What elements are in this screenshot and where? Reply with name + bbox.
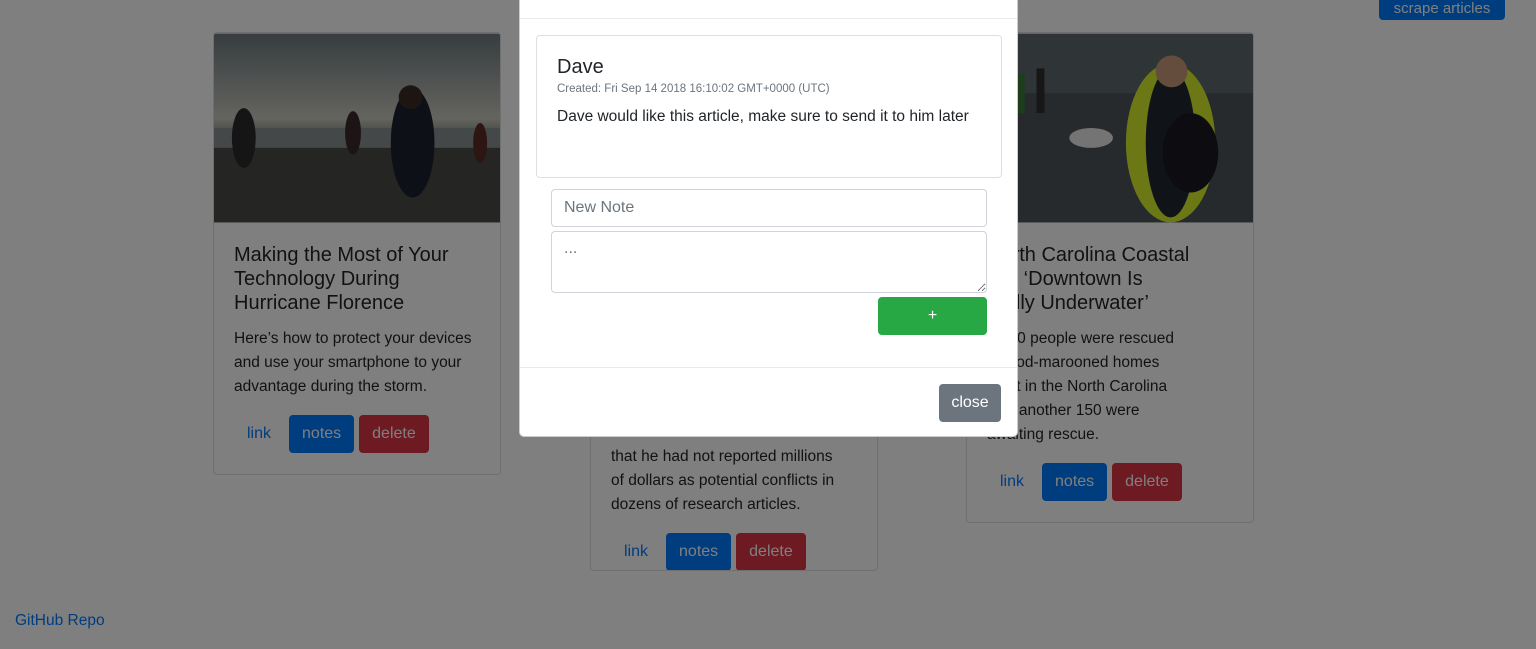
note-title: Dave	[557, 56, 604, 78]
page: scrape articles Making the Most of Your	[0, 0, 1536, 649]
notes-modal: Dave Created: Fri Sep 14 2018 16:10:02 G…	[519, 0, 1018, 437]
close-button[interactable]: close	[939, 384, 1001, 422]
note-card: Dave Created: Fri Sep 14 2018 16:10:02 G…	[536, 35, 1002, 178]
modal-header	[520, 0, 1017, 19]
add-note-button[interactable]: +	[878, 297, 987, 335]
note-created-date: Created: Fri Sep 14 2018 16:10:02 GMT+00…	[557, 83, 830, 95]
new-note-body-textarea[interactable]	[551, 231, 987, 293]
new-note-form: +	[551, 189, 987, 335]
note-body: Dave would like this article, make sure …	[557, 108, 969, 125]
modal-footer: close	[520, 367, 1017, 437]
new-note-title-input[interactable]	[551, 189, 987, 227]
